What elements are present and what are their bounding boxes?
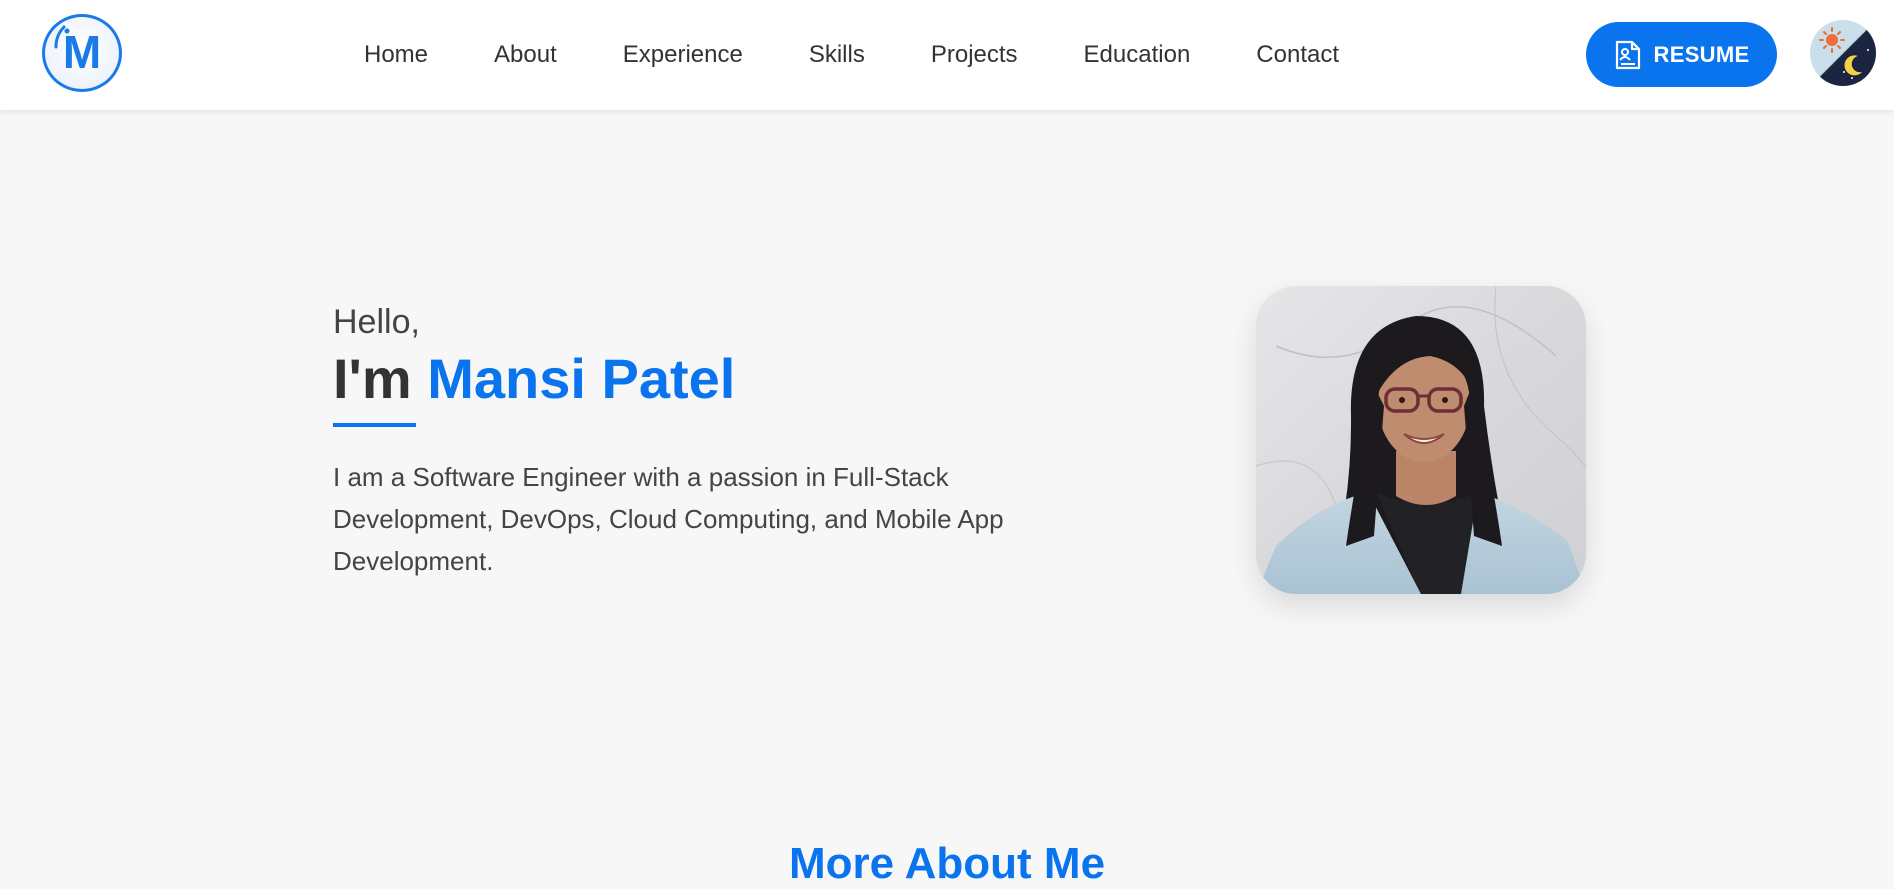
nav-home[interactable]: Home	[364, 41, 428, 69]
theme-toggle[interactable]	[1810, 20, 1876, 86]
profile-photo	[1256, 286, 1586, 594]
site-header: M Home About Experience Skills Projects …	[0, 0, 1894, 110]
greeting: Hello,	[333, 303, 420, 341]
nav-contact[interactable]: Contact	[1256, 41, 1339, 69]
svg-text:M: M	[63, 26, 101, 78]
headline-prefix: I'm	[333, 347, 412, 410]
hero-intro: I am a Software Engineer with a passion …	[333, 462, 1004, 576]
headline-underline	[333, 423, 416, 427]
main-nav: Home About Experience Skills Projects Ed…	[364, 0, 1339, 110]
nav-projects[interactable]: Projects	[931, 41, 1018, 69]
logo-icon[interactable]: M	[42, 14, 122, 92]
logo-m-icon: M	[54, 25, 101, 78]
hero-headline: I'm Mansi Patel	[333, 346, 735, 411]
resume-label: RESUME	[1653, 41, 1750, 67]
sun-moon-icon	[1810, 20, 1876, 86]
resume-button[interactable]: RESUME	[1586, 22, 1777, 87]
section-title-more-about-me: More About Me	[788, 839, 1106, 888]
document-icon	[1614, 40, 1642, 70]
nav-experience[interactable]: Experience	[623, 41, 743, 69]
nav-skills[interactable]: Skills	[809, 41, 865, 69]
nav-education[interactable]: Education	[1084, 41, 1191, 69]
hero-name: Mansi Patel	[427, 347, 736, 410]
nav-about[interactable]: About	[494, 41, 557, 69]
